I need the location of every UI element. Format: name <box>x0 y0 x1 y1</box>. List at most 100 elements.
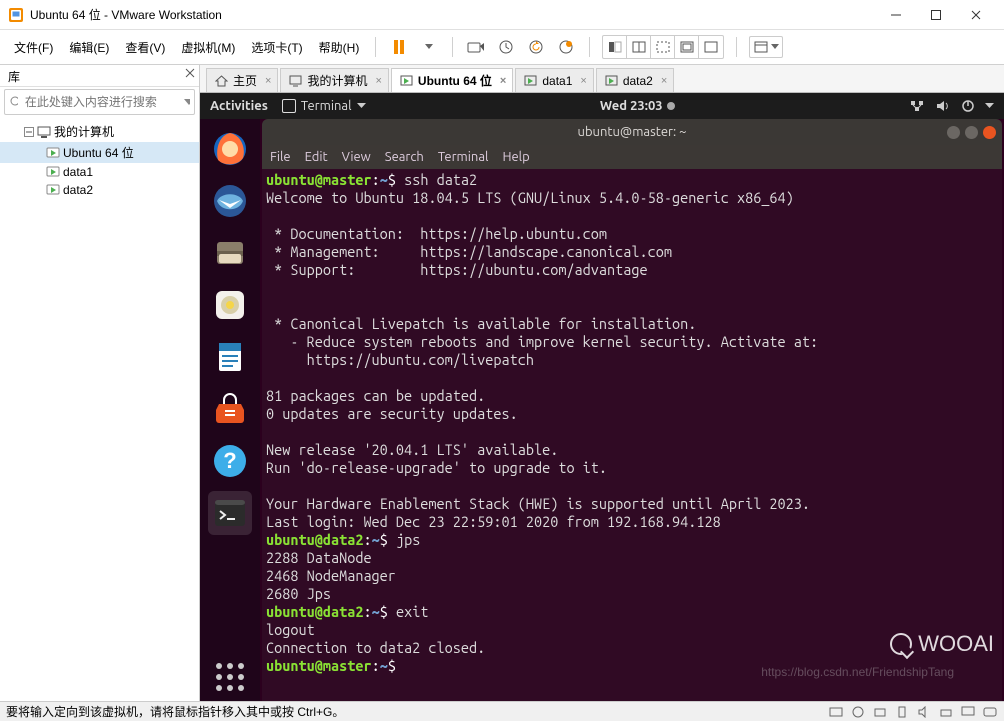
tab-close[interactable]: × <box>375 75 381 87</box>
tree-item-data1[interactable]: data1 <box>0 163 199 181</box>
term-minimize[interactable] <box>947 126 960 139</box>
pause-dropdown[interactable] <box>418 36 440 58</box>
tab-ubuntu[interactable]: Ubuntu 64 位 × <box>391 68 513 92</box>
tab-close[interactable]: × <box>580 75 586 87</box>
close-button[interactable] <box>956 1 996 29</box>
app-menu[interactable]: Terminal <box>282 99 366 113</box>
term-maximize[interactable] <box>965 126 978 139</box>
minimize-button[interactable] <box>876 1 916 29</box>
tab-close[interactable]: × <box>265 75 271 87</box>
maximize-button[interactable] <box>916 1 956 29</box>
menu-edit[interactable]: 编辑(E) <box>63 35 115 60</box>
chevron-down-icon <box>357 103 366 109</box>
pause-button[interactable] <box>388 36 410 58</box>
vm-icon <box>524 75 537 87</box>
dock-thunderbird[interactable] <box>208 179 252 223</box>
search-input[interactable] <box>21 95 184 109</box>
vm-tree: 我的计算机 Ubuntu 64 位 data1 data2 <box>0 117 199 203</box>
vm-tabs: 主页 × 我的计算机 × Ubuntu 64 位 × data1 × data2 <box>200 65 1004 93</box>
chevron-down-icon[interactable] <box>184 97 190 107</box>
dock-apps-button[interactable] <box>216 663 244 691</box>
terminal-menubar: File Edit View Search Terminal Help <box>262 145 1002 169</box>
menu-tabs[interactable]: 选项卡(T) <box>245 35 308 60</box>
sb-sound-icon[interactable] <box>916 705 932 719</box>
view-mode-group <box>602 35 724 59</box>
vm-on-icon <box>46 146 60 160</box>
vmware-icon <box>8 7 24 23</box>
sb-display-icon[interactable] <box>960 705 976 719</box>
fullscreen-button[interactable] <box>699 36 723 58</box>
menu-vm[interactable]: 虚拟机(M) <box>175 35 241 60</box>
ubuntu-dock: ? <box>200 119 260 701</box>
terminal-output[interactable]: ubuntu@master:~$ ssh data2 Welcome to Ub… <box>262 169 1002 701</box>
revert-button[interactable] <box>525 36 547 58</box>
system-tray[interactable] <box>909 99 994 113</box>
library-search[interactable] <box>4 89 195 115</box>
volume-icon <box>935 99 951 113</box>
tree-item-data2[interactable]: data2 <box>0 181 199 199</box>
menu-file[interactable]: 文件(F) <box>8 35 59 60</box>
clock[interactable]: Wed 23:03 <box>366 99 910 113</box>
manage-snap-button[interactable] <box>555 36 577 58</box>
single-view-button[interactable] <box>603 36 627 58</box>
dock-files[interactable] <box>208 231 252 275</box>
menu-help[interactable]: 帮助(H) <box>313 35 366 60</box>
vm-on-icon <box>46 183 60 197</box>
tree-item-ubuntu[interactable]: Ubuntu 64 位 <box>0 142 199 163</box>
dock-writer[interactable] <box>208 335 252 379</box>
window-titlebar: Ubuntu 64 位 - VMware Workstation <box>0 0 1004 30</box>
dock-software[interactable] <box>208 387 252 431</box>
power-icon <box>961 99 975 113</box>
vm-icon <box>605 75 618 87</box>
term-menu-search[interactable]: Search <box>385 150 424 164</box>
tab-label: 我的计算机 <box>307 72 367 89</box>
tab-data1[interactable]: data1 × <box>515 68 593 92</box>
collapse-icon[interactable] <box>24 127 34 137</box>
tab-data2[interactable]: data2 × <box>596 68 674 92</box>
unity-button[interactable] <box>651 36 675 58</box>
tree-item-label: data2 <box>63 183 93 197</box>
notification-dot <box>667 102 675 110</box>
split-view-button[interactable] <box>627 36 651 58</box>
term-close[interactable] <box>983 126 996 139</box>
snapshot-button[interactable] <box>495 36 517 58</box>
tree-item-label: Ubuntu 64 位 <box>63 144 134 161</box>
tab-label: Ubuntu 64 位 <box>418 72 492 89</box>
tab-label: data2 <box>623 74 653 88</box>
console-button[interactable] <box>675 36 699 58</box>
term-menu-help[interactable]: Help <box>502 150 529 164</box>
menu-view[interactable]: 查看(V) <box>119 35 171 60</box>
activities-button[interactable]: Activities <box>210 99 268 113</box>
sidebar-close-button[interactable] <box>185 68 195 78</box>
tab-home[interactable]: 主页 × <box>206 68 278 92</box>
sb-disk-icon[interactable] <box>828 705 844 719</box>
send-cad-button[interactable] <box>465 36 487 58</box>
sb-cd-icon[interactable] <box>850 705 866 719</box>
dock-terminal[interactable] <box>208 491 252 535</box>
home-icon <box>215 75 228 87</box>
dock-firefox[interactable] <box>208 127 252 171</box>
tab-close[interactable]: × <box>661 75 667 87</box>
term-menu-edit[interactable]: Edit <box>305 150 328 164</box>
vm-on-icon <box>46 165 60 179</box>
tree-root[interactable]: 我的计算机 <box>0 121 199 142</box>
statusbar: 要将输入定向到该虚拟机，请将鼠标指针移入其中或按 Ctrl+G。 <box>0 701 1004 721</box>
terminal-title: ubuntu@master: ~ <box>578 125 687 139</box>
term-menu-terminal[interactable]: Terminal <box>438 150 489 164</box>
sb-usb-icon[interactable] <box>894 705 910 719</box>
tab-mypc[interactable]: 我的计算机 × <box>280 68 388 92</box>
vm-display[interactable]: Activities Terminal Wed 23:03 <box>200 93 1004 701</box>
tab-close[interactable]: × <box>500 75 506 87</box>
sb-printer-icon[interactable] <box>938 705 954 719</box>
window-title: Ubuntu 64 位 - VMware Workstation <box>30 6 876 23</box>
sb-net-icon[interactable] <box>872 705 888 719</box>
vm-icon <box>400 75 413 87</box>
view-cycle-button[interactable] <box>749 36 783 58</box>
terminal-titlebar[interactable]: ubuntu@master: ~ <box>262 119 1002 145</box>
dock-help[interactable]: ? <box>208 439 252 483</box>
term-menu-file[interactable]: File <box>270 150 291 164</box>
dock-rhythmbox[interactable] <box>208 283 252 327</box>
term-menu-view[interactable]: View <box>342 150 371 164</box>
sb-message-icon[interactable] <box>982 705 998 719</box>
tab-label: data1 <box>542 74 572 88</box>
